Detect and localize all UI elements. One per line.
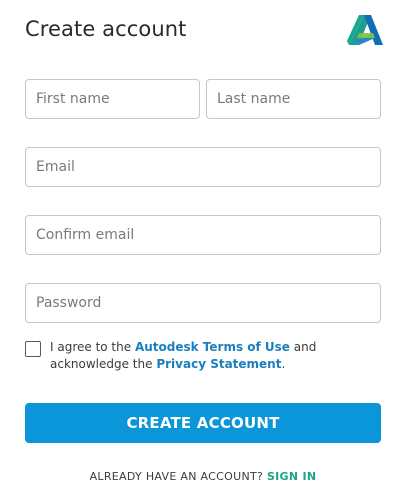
agreement-text: I agree to the Autodesk Terms of Use and…: [50, 339, 380, 373]
page-title: Create account: [25, 17, 187, 41]
confirm-email-field[interactable]: [25, 215, 381, 255]
autodesk-logo-icon: [347, 15, 383, 45]
terms-of-use-link[interactable]: Autodesk Terms of Use: [135, 340, 290, 354]
agreement-prefix: I agree to the: [50, 340, 135, 354]
password-field[interactable]: [25, 283, 381, 323]
already-have-account-text: ALREADY HAVE AN ACCOUNT?: [89, 470, 267, 483]
agreement-suffix: .: [281, 357, 286, 371]
privacy-statement-link[interactable]: Privacy Statement: [156, 357, 281, 371]
email-field[interactable]: [25, 147, 381, 187]
last-name-field[interactable]: [206, 79, 381, 119]
create-account-button[interactable]: CREATE ACCOUNT: [25, 403, 381, 443]
agree-checkbox[interactable]: [25, 341, 41, 357]
sign-in-link[interactable]: SIGN IN: [267, 470, 316, 483]
sign-in-prompt: ALREADY HAVE AN ACCOUNT? SIGN IN: [0, 470, 406, 483]
first-name-field[interactable]: [25, 79, 200, 119]
